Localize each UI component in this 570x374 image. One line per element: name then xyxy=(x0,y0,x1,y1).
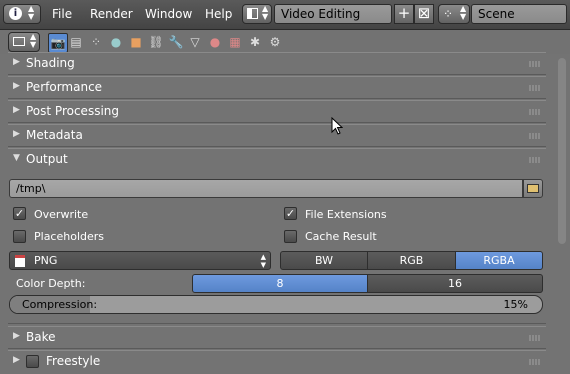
divider xyxy=(8,122,546,123)
properties-icon xyxy=(13,37,25,46)
expand-triangle-icon: ▶ xyxy=(13,129,20,139)
info-icon: i xyxy=(9,7,22,20)
file-browse-button[interactable] xyxy=(523,179,543,198)
panel-title: Output xyxy=(26,152,68,166)
constraints-icon[interactable]: ⛓ xyxy=(147,33,165,51)
divider xyxy=(8,74,546,75)
panel-performance[interactable]: ▶ Performance xyxy=(8,76,546,98)
screen-layout-browse-button[interactable]: ▲ ▼ xyxy=(242,4,272,24)
panel-title: Freestyle xyxy=(46,354,101,368)
updown-arrows-icon: ▲ ▼ xyxy=(260,253,266,269)
render-layers-icon[interactable]: ▤ xyxy=(67,33,85,51)
scene-icon[interactable]: ⁘ xyxy=(87,33,105,51)
modifiers-icon[interactable]: 🔧 xyxy=(167,33,185,51)
expand-triangle-icon: ▶ xyxy=(13,331,20,341)
color-depth-label: Color Depth: xyxy=(16,277,86,290)
updown-arrows-icon: ▲ ▼ xyxy=(460,4,467,21)
menu-window[interactable]: Window xyxy=(145,7,192,21)
divider xyxy=(8,323,546,324)
particles-icon[interactable]: ✱ xyxy=(246,33,264,51)
menu-render[interactable]: Render xyxy=(90,7,133,21)
drag-handle-icon[interactable] xyxy=(529,85,541,91)
expand-triangle-icon: ▶ xyxy=(13,57,20,67)
color-mode-rgba[interactable]: RGBA xyxy=(455,251,543,270)
divider xyxy=(8,348,546,349)
drag-handle-icon[interactable] xyxy=(529,335,541,341)
scene-icon: ⁘ xyxy=(443,7,454,21)
panel-post-processing[interactable]: ▶ Post Processing xyxy=(8,100,546,122)
file-format-value: PNG xyxy=(34,254,58,267)
color-mode-bw[interactable]: BW xyxy=(280,251,368,270)
image-file-icon xyxy=(15,255,25,267)
folder-icon xyxy=(527,184,539,193)
divider xyxy=(8,98,546,99)
expand-triangle-icon: ▶ xyxy=(13,81,20,91)
panel-title: Metadata xyxy=(26,128,83,142)
physics-icon[interactable]: ⚙ xyxy=(266,33,284,51)
collapse-triangle-icon: ▼ xyxy=(13,153,20,163)
data-icon[interactable]: ▽ xyxy=(186,33,204,51)
menu-help[interactable]: Help xyxy=(205,7,232,21)
drag-handle-icon[interactable] xyxy=(529,359,541,365)
drag-handle-icon[interactable] xyxy=(529,157,541,163)
color-depth-8[interactable]: 8 xyxy=(192,274,368,293)
overwrite-label: Overwrite xyxy=(34,208,89,221)
color-depth-16[interactable]: 16 xyxy=(367,274,543,293)
freestyle-checkbox[interactable] xyxy=(26,355,39,368)
close-icon: ⊠ xyxy=(417,4,431,22)
properties-editor-type-button[interactable]: ▲ ▼ xyxy=(8,32,40,52)
drag-handle-icon[interactable] xyxy=(529,133,541,139)
layout-icon xyxy=(247,8,258,19)
panel-title: Bake xyxy=(26,330,56,344)
texture-icon[interactable]: ▦ xyxy=(226,33,244,51)
compression-slider[interactable]: Compression: 15% xyxy=(9,295,543,314)
panel-bake[interactable]: ▶ Bake xyxy=(8,326,546,348)
panel-shading[interactable]: ▶ Shading xyxy=(8,52,546,74)
world-icon[interactable]: ● xyxy=(107,33,125,51)
menu-file[interactable]: File xyxy=(52,7,72,21)
material-icon[interactable]: ● xyxy=(206,33,224,51)
color-mode-rgb[interactable]: RGB xyxy=(367,251,456,270)
info-header: i ▲ ▼ File Render Window Help ▲ ▼ Video Ed… xyxy=(0,0,570,30)
properties-scrollbar[interactable] xyxy=(558,58,566,244)
updown-arrows-icon: ▲ ▼ xyxy=(28,4,35,21)
drag-handle-icon[interactable] xyxy=(529,109,541,115)
plus-icon: + xyxy=(397,4,411,22)
render-icon[interactable]: 📷 xyxy=(48,33,68,53)
scene-name-field[interactable]: Scene xyxy=(471,4,567,24)
editor-type-button[interactable]: i ▲ ▼ xyxy=(3,4,41,24)
output-path-field[interactable]: /tmp\ xyxy=(9,179,523,198)
panel-title: Shading xyxy=(26,56,75,70)
placeholders-label: Placeholders xyxy=(34,230,105,243)
drag-handle-icon[interactable] xyxy=(529,61,541,67)
scene-browse-button[interactable]: ⁘ ▲ ▼ xyxy=(438,4,470,24)
object-icon[interactable]: ■ xyxy=(127,33,145,51)
updown-arrows-icon: ▲ ▼ xyxy=(30,32,37,49)
panel-metadata[interactable]: ▶ Metadata xyxy=(8,124,546,146)
properties-header: ▲ ▼ 📷 ▤ ⁘ ● ■ ⛓ 🔧 ▽ ● ▦ ✱ ⚙ xyxy=(0,30,570,54)
cache-result-checkbox[interactable] xyxy=(284,230,297,243)
file-format-dropdown[interactable]: PNG ▲ ▼ xyxy=(9,251,271,270)
panel-output[interactable]: ▼ Output xyxy=(8,148,546,170)
file-extensions-checkbox[interactable]: ✓ xyxy=(284,207,297,220)
panel-title: Performance xyxy=(26,80,103,94)
add-screen-button[interactable]: + xyxy=(394,4,414,24)
mouse-cursor-icon xyxy=(331,117,343,135)
panel-freestyle[interactable]: ▶ Freestyle xyxy=(8,350,546,372)
overwrite-checkbox[interactable]: ✓ xyxy=(13,207,26,220)
updown-arrows-icon: ▲ ▼ xyxy=(262,4,269,21)
compression-value: 15% xyxy=(503,298,528,311)
panel-title: Post Processing xyxy=(26,104,119,118)
compression-label: Compression: xyxy=(22,298,98,311)
expand-triangle-icon: ▶ xyxy=(13,355,20,365)
screen-layout-name-field[interactable]: Video Editing xyxy=(274,4,392,24)
placeholders-checkbox[interactable] xyxy=(13,230,26,243)
divider xyxy=(8,146,546,147)
file-extensions-label: File Extensions xyxy=(305,208,387,221)
expand-triangle-icon: ▶ xyxy=(13,105,20,115)
delete-screen-button[interactable]: ⊠ xyxy=(414,4,434,24)
cache-result-label: Cache Result xyxy=(305,230,377,243)
